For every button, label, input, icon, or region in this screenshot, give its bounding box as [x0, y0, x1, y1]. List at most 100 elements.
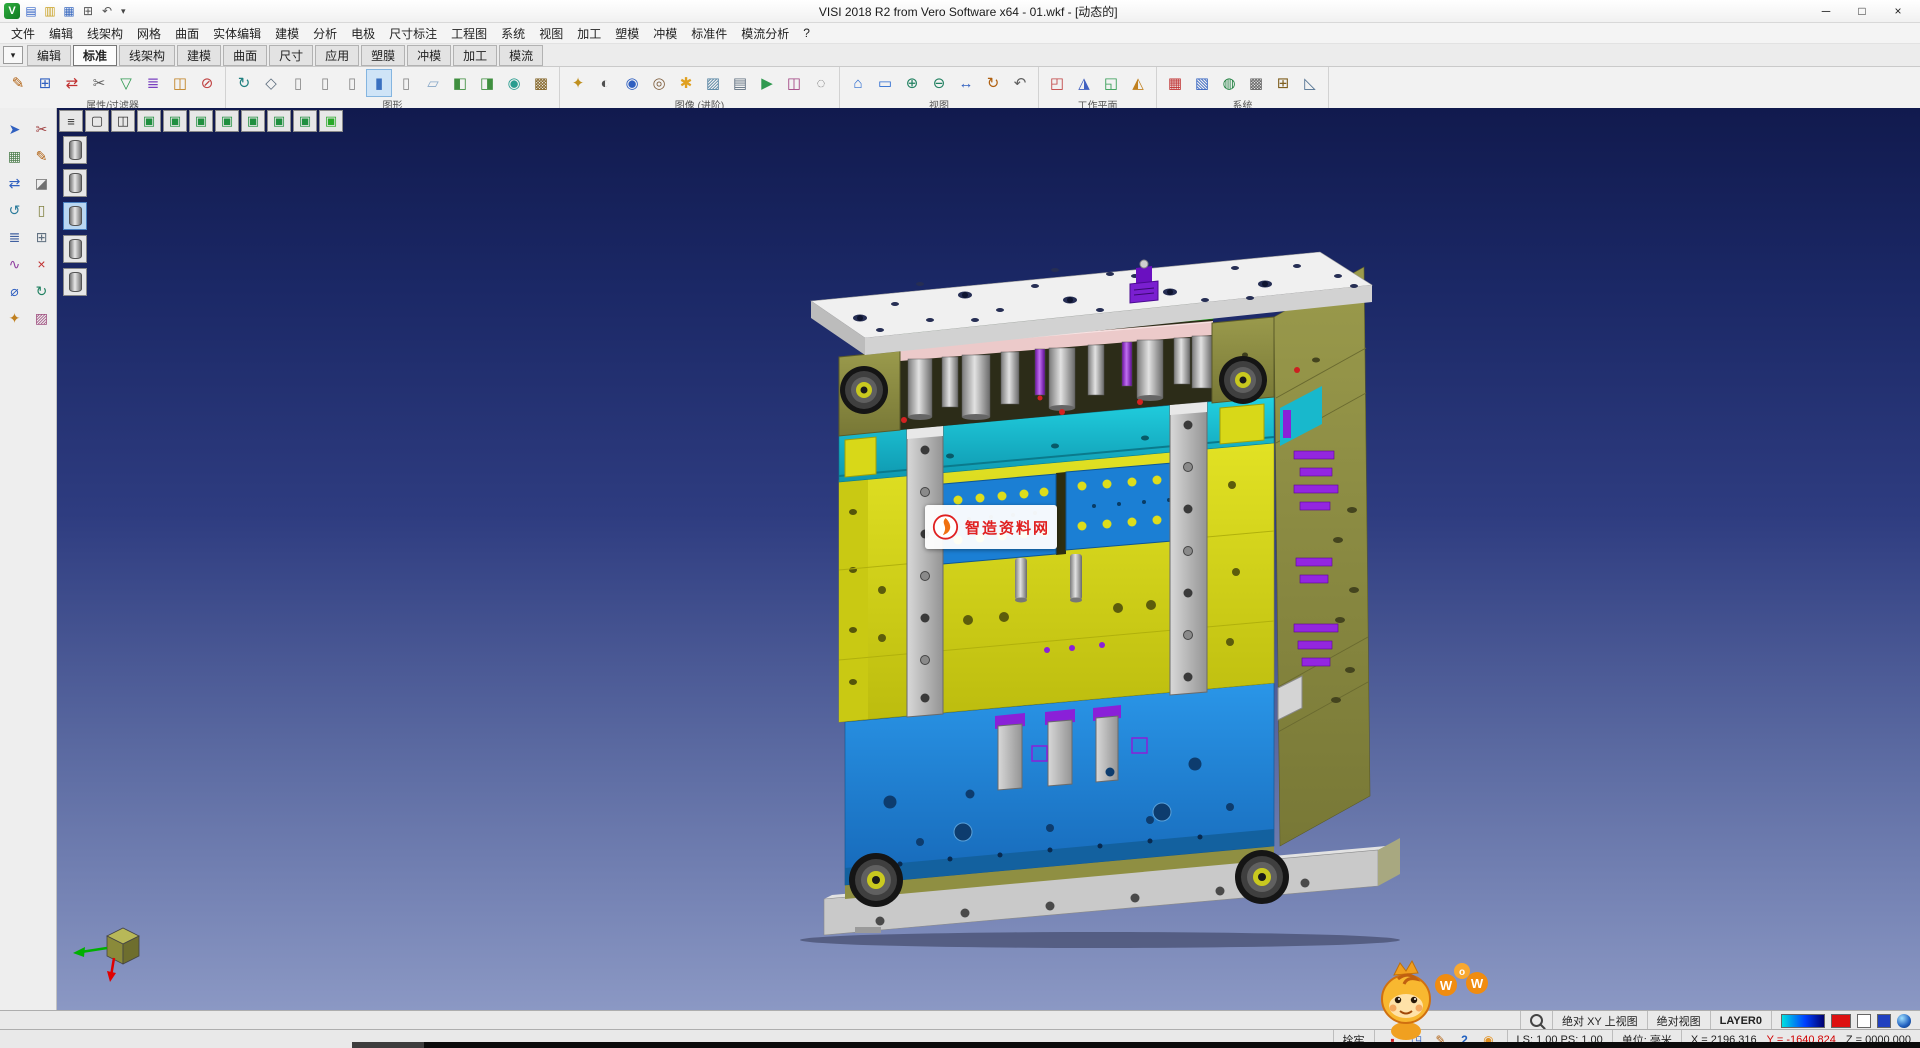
workspace-tab[interactable]: 标准: [73, 45, 117, 66]
search-icon[interactable]: [1520, 1011, 1552, 1030]
menu-item[interactable]: 标准件: [684, 24, 734, 43]
filter-points-icon[interactable]: [63, 136, 87, 164]
pan-view-icon[interactable]: ↔: [953, 69, 979, 97]
clear-filter-icon[interactable]: ⊘: [194, 69, 220, 97]
quick-access-dropdown-icon[interactable]: ▾: [118, 6, 129, 17]
menu-item[interactable]: 模流分析: [734, 24, 796, 43]
transparency-icon[interactable]: ▱: [420, 69, 446, 97]
menu-item[interactable]: 工程图: [444, 24, 494, 43]
taskbar-button[interactable]: [352, 1042, 424, 1048]
view-menu-icon[interactable]: ≡: [59, 110, 83, 132]
workspace-tab[interactable]: 应用: [315, 45, 359, 66]
menu-item[interactable]: 尺寸标注: [382, 24, 444, 43]
workspace-tab[interactable]: 曲面: [223, 45, 267, 66]
view-mode-label[interactable]: 绝对视图: [1647, 1011, 1710, 1030]
stereo-view-icon[interactable]: ◫: [781, 69, 807, 97]
workspace-tab[interactable]: 冲模: [407, 45, 451, 66]
render-sphere-icon[interactable]: [1897, 1014, 1911, 1028]
filter-all-icon[interactable]: [63, 268, 87, 296]
shading-mode-4-icon[interactable]: ▮: [366, 69, 392, 97]
workplane-iso-icon[interactable]: ◮: [1071, 69, 1097, 97]
print-icon[interactable]: ⊞: [79, 2, 97, 20]
undo-icon[interactable]: ↶: [98, 2, 116, 20]
layer-list-icon[interactable]: ≣: [140, 69, 166, 97]
bookmark-icon[interactable]: ✦: [2, 305, 28, 331]
layers-icon[interactable]: ≣: [2, 224, 28, 250]
delete-icon[interactable]: ×: [29, 251, 55, 277]
cut-filter-icon[interactable]: ✂: [86, 69, 112, 97]
axonometric-view-icon[interactable]: ▣: [137, 110, 161, 132]
workplane-entity-icon[interactable]: ◱: [1098, 69, 1124, 97]
sheet-icon[interactable]: ▯: [29, 197, 55, 223]
calculator-icon[interactable]: ⊞: [1270, 69, 1296, 97]
viewport-split-icon[interactable]: ◫: [111, 110, 135, 132]
workspace-tab[interactable]: 线架构: [119, 45, 175, 66]
rotate-view-icon[interactable]: ↻: [980, 69, 1006, 97]
close-button[interactable]: ×: [1880, 1, 1916, 22]
rotate-entity-icon[interactable]: ↺: [2, 197, 28, 223]
erase-icon[interactable]: ◪: [29, 170, 55, 196]
render-settings-icon[interactable]: ◌: [808, 69, 834, 97]
redraw-icon[interactable]: ↻: [231, 69, 257, 97]
clip-plane-icon[interactable]: ◨: [474, 69, 500, 97]
system-plane-icon[interactable]: ◺: [1297, 69, 1323, 97]
top-view-icon[interactable]: ▣: [163, 110, 187, 132]
shading-mode-3-icon[interactable]: ▯: [339, 69, 365, 97]
workspace-tab[interactable]: 加工: [453, 45, 497, 66]
globe-settings-icon[interactable]: ◍: [1216, 69, 1242, 97]
menu-item[interactable]: 冲模: [646, 24, 684, 43]
minimize-button[interactable]: ─: [1808, 1, 1844, 22]
right-view-icon[interactable]: ▣: [215, 110, 239, 132]
open-file-icon[interactable]: ▥: [41, 2, 59, 20]
previous-view-icon[interactable]: ↶: [1007, 69, 1033, 97]
menu-item[interactable]: 加工: [570, 24, 608, 43]
material-icon[interactable]: ◉: [501, 69, 527, 97]
menu-item[interactable]: 分析: [306, 24, 344, 43]
mask-filter-icon[interactable]: ◫: [167, 69, 193, 97]
shading-mode-5-icon[interactable]: ▯: [393, 69, 419, 97]
menu-item[interactable]: 实体编辑: [206, 24, 268, 43]
menu-item[interactable]: ?: [796, 25, 817, 41]
ambient-icon[interactable]: ◉: [619, 69, 645, 97]
menu-item[interactable]: 线架构: [80, 24, 130, 43]
current-color-swatch[interactable]: [1831, 1014, 1851, 1028]
viewport-single-icon[interactable]: ▢: [85, 110, 109, 132]
new-file-icon[interactable]: ▤: [22, 2, 40, 20]
menu-item[interactable]: 网格: [130, 24, 168, 43]
camera-icon[interactable]: ◎: [646, 69, 672, 97]
current-view-label[interactable]: 绝对 XY 上视图: [1552, 1011, 1647, 1030]
menu-item[interactable]: 视图: [532, 24, 570, 43]
palette-icon[interactable]: ▨: [29, 305, 55, 331]
sketch-icon[interactable]: ✎: [29, 143, 55, 169]
workspace-tab[interactable]: 模流: [499, 45, 543, 66]
zoom-all-icon[interactable]: ⌂: [845, 69, 871, 97]
filter-surfaces-icon[interactable]: [63, 202, 87, 230]
menu-item[interactable]: 曲面: [168, 24, 206, 43]
workspace-tab[interactable]: 编辑: [27, 45, 71, 66]
menu-item[interactable]: 编辑: [42, 24, 80, 43]
shading-mode-1-icon[interactable]: ▯: [285, 69, 311, 97]
animation-icon[interactable]: ▶: [754, 69, 780, 97]
workplane-rotate-icon[interactable]: ◭: [1125, 69, 1151, 97]
advanced-render-icon[interactable]: ✦: [565, 69, 591, 97]
current-layer-button[interactable]: LAYER0: [1710, 1011, 1771, 1030]
edit-attributes-icon[interactable]: ✎: [5, 69, 31, 97]
color-table-icon[interactable]: ▦: [1162, 69, 1188, 97]
workspace-tab[interactable]: 尺寸: [269, 45, 313, 66]
filter-wireframe-icon[interactable]: [63, 169, 87, 197]
filter-solids-icon[interactable]: [63, 235, 87, 263]
menu-item[interactable]: 文件: [4, 24, 42, 43]
curve-icon[interactable]: ∿: [2, 251, 28, 277]
select-icon[interactable]: ➤: [2, 116, 28, 142]
line-style-icon[interactable]: ▧: [1189, 69, 1215, 97]
zoom-in-icon[interactable]: ⊕: [899, 69, 925, 97]
zoom-window-icon[interactable]: ▭: [872, 69, 898, 97]
mirror-icon[interactable]: ⇄: [2, 170, 28, 196]
3d-viewport[interactable]: ≡▢◫▣▣▣▣▣▣▣▣: [57, 108, 1920, 1010]
menu-item[interactable]: 建模: [268, 24, 306, 43]
menu-item[interactable]: 系统: [494, 24, 532, 43]
background-icon[interactable]: ▨: [700, 69, 726, 97]
iso-view-icon[interactable]: ▣: [293, 110, 317, 132]
regen-icon[interactable]: ↻: [29, 278, 55, 304]
section-view-icon[interactable]: ◧: [447, 69, 473, 97]
